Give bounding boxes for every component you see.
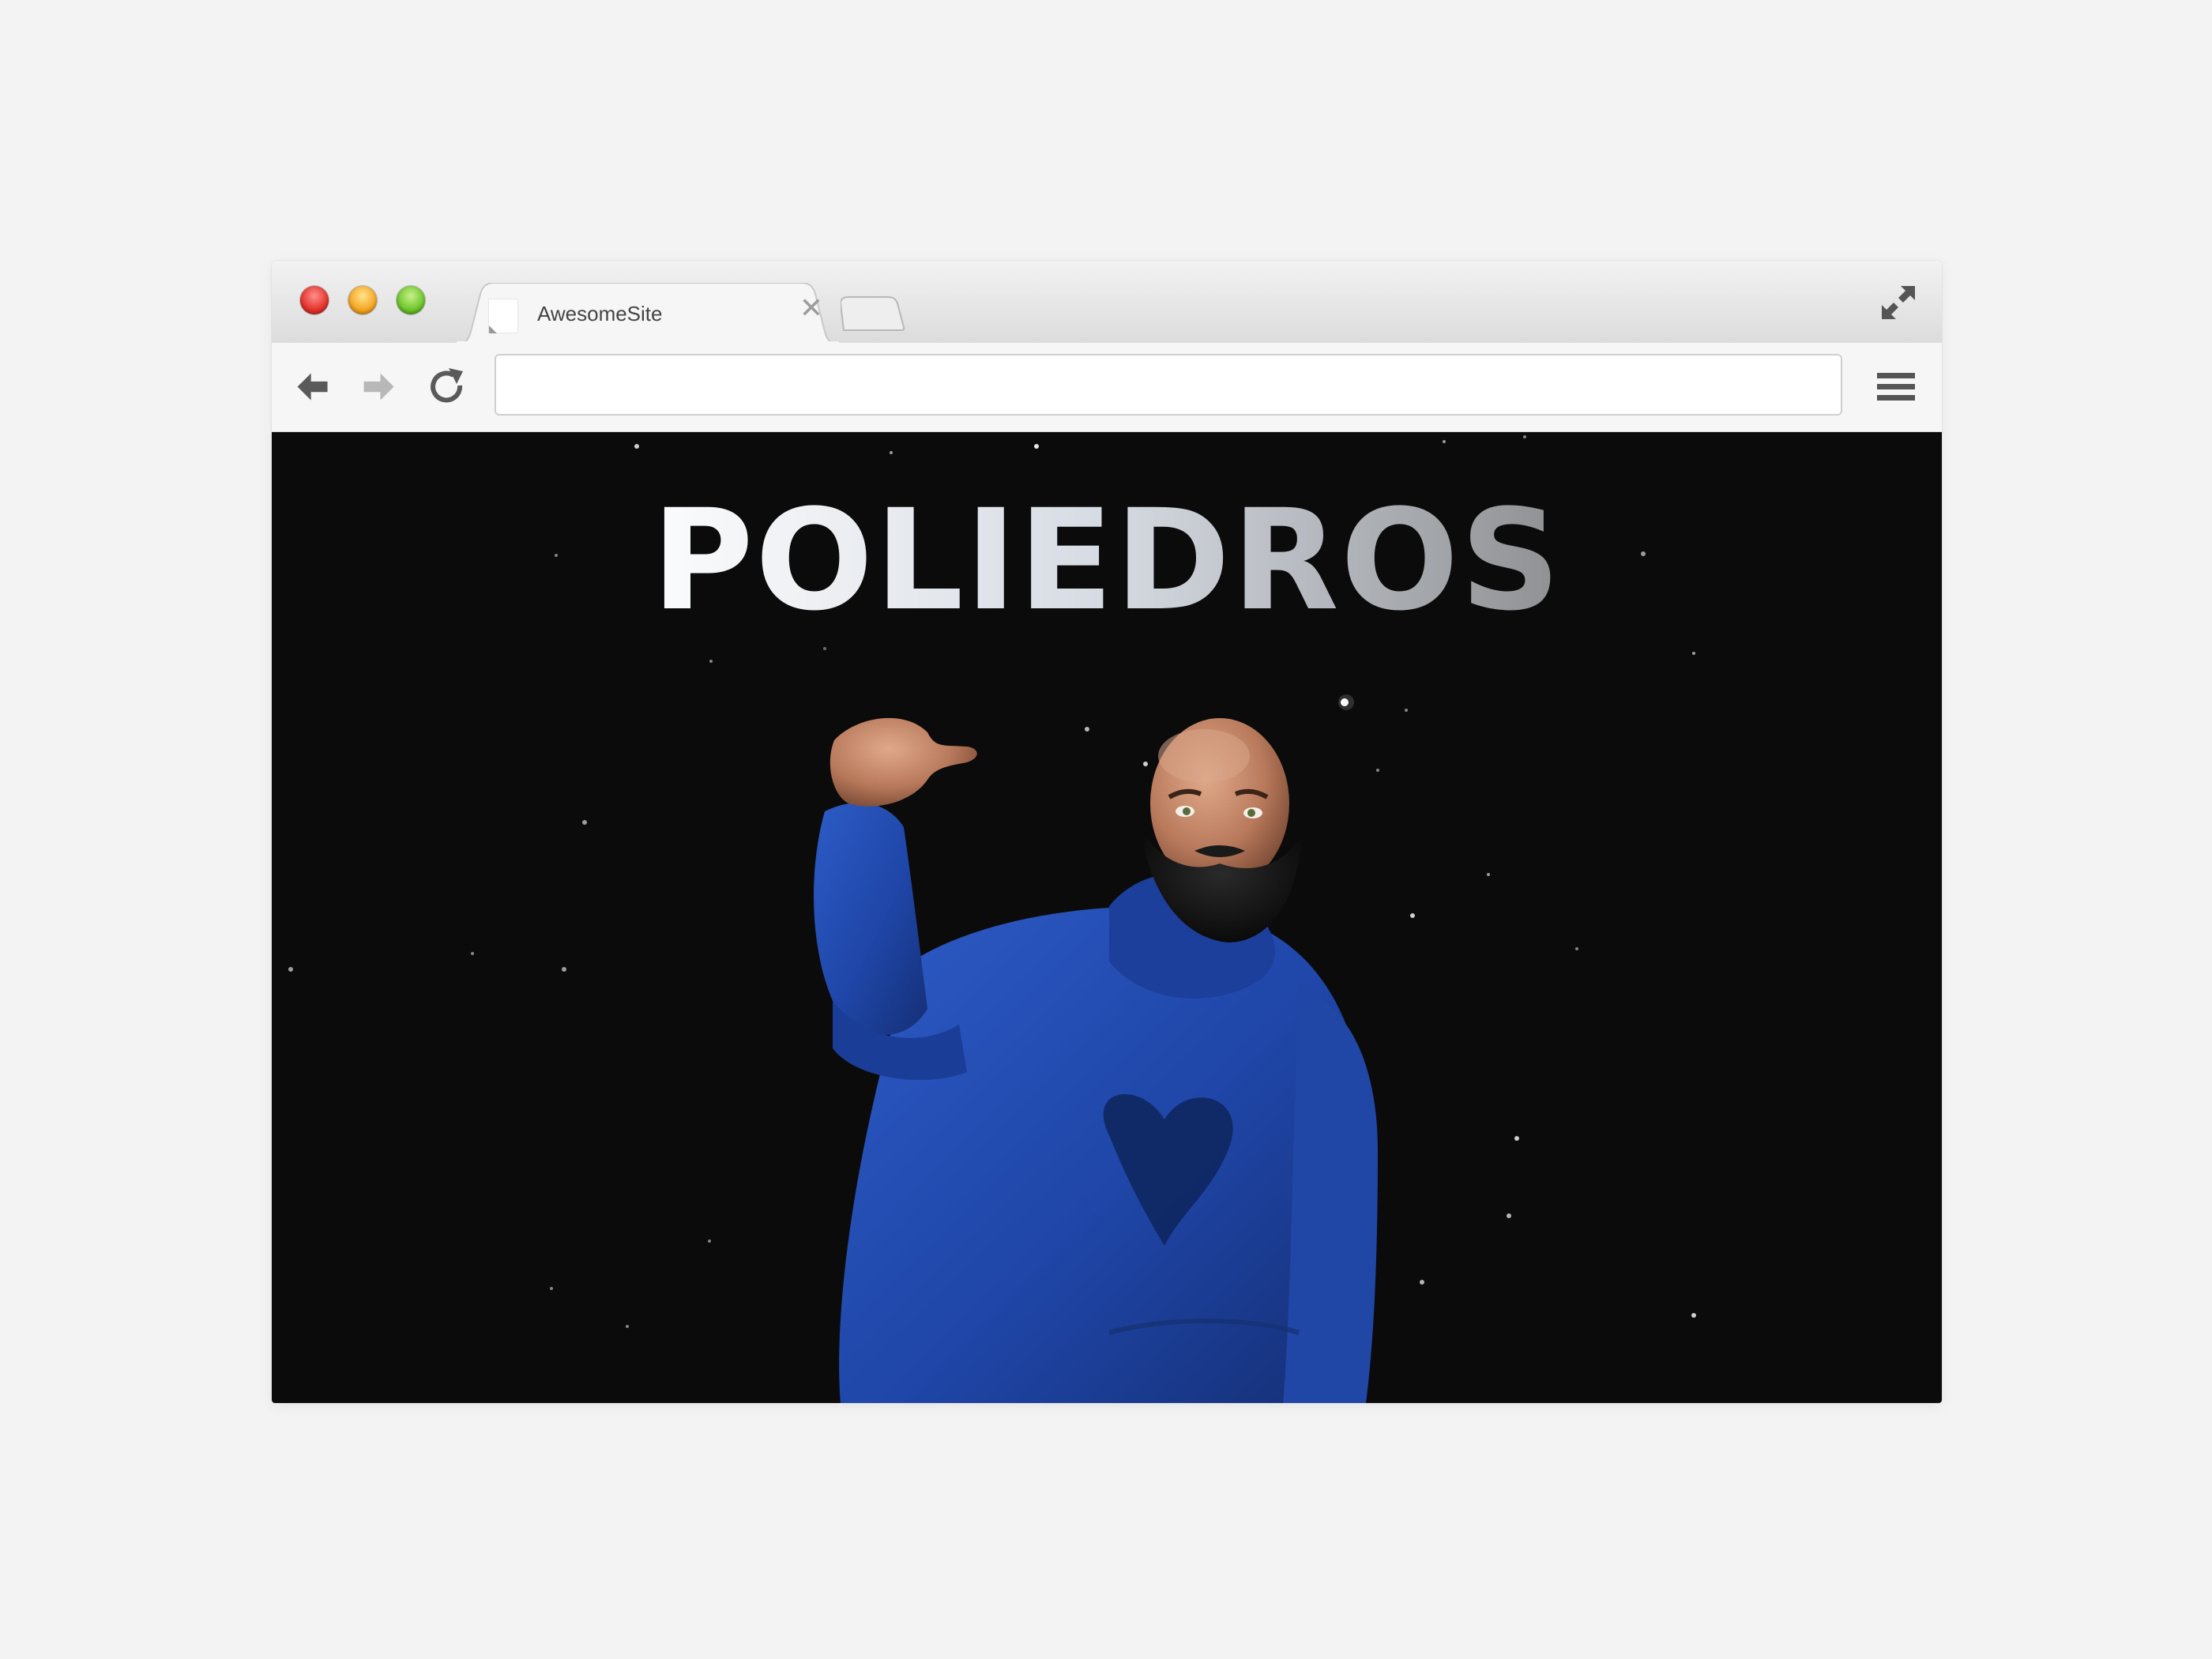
hamburger-menu-icon[interactable] (1875, 367, 1917, 408)
tab-close-icon[interactable]: ✕ (799, 294, 823, 322)
hero-avatar-image (814, 717, 1378, 1403)
reload-icon[interactable] (425, 365, 469, 409)
arrow-left-icon[interactable] (291, 365, 335, 409)
page-headline: POLIEDROS (272, 480, 1942, 641)
page-viewport: POLIEDROS (272, 432, 1942, 1403)
page-favicon-icon (488, 299, 518, 333)
title-bar: AwesomeSite ✕ (272, 261, 1942, 344)
tab-title: AwesomeSite (537, 302, 663, 325)
close-window-button[interactable] (300, 286, 329, 314)
navigation-toolbar (272, 343, 1942, 432)
tab-awesomesite[interactable]: AwesomeSite ✕ (455, 283, 841, 344)
expand-icon[interactable] (1879, 283, 1918, 322)
zoom-window-button[interactable] (397, 286, 425, 314)
minimize-window-button[interactable] (348, 286, 377, 314)
arrow-right-icon[interactable] (357, 365, 401, 409)
new-tab-button[interactable] (841, 295, 905, 332)
address-bar[interactable] (495, 354, 1842, 416)
browser-window: AwesomeSite ✕ POLIEDROS (272, 261, 1942, 1403)
